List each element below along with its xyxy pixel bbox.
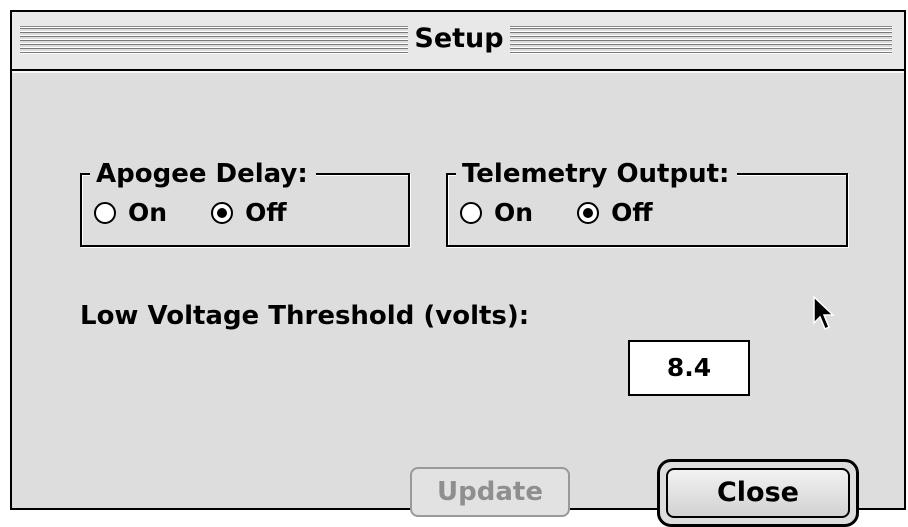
- telemetry-output-off-radio[interactable]: Off: [577, 199, 653, 227]
- arrow-pointer-icon: [813, 296, 835, 331]
- title-bar[interactable]: Setup: [12, 12, 904, 71]
- title-bar-stripes-right: [510, 26, 892, 54]
- apogee-delay-off-radio[interactable]: Off: [211, 199, 287, 227]
- radio-button-selected-icon[interactable]: [577, 202, 600, 224]
- setup-window: Setup Apogee Delay: On Off Telemetry Out…: [10, 10, 906, 527]
- title-bar-stripes-left: [20, 26, 408, 54]
- radio-label: Off: [611, 198, 653, 227]
- radio-label: Off: [245, 198, 287, 227]
- low-voltage-threshold-label: Low Voltage Threshold (volts):: [80, 301, 530, 331]
- apogee-delay-options: On Off: [94, 199, 331, 227]
- telemetry-output-on-radio[interactable]: On: [460, 199, 533, 227]
- radio-button-selected-icon[interactable]: [211, 202, 234, 224]
- dialog-content: Apogee Delay: On Off Telemetry Output: O…: [12, 71, 904, 527]
- apogee-delay-group: Apogee Delay: On Off: [80, 157, 410, 247]
- radio-label: On: [494, 198, 534, 227]
- close-button[interactable]: Close: [666, 468, 850, 518]
- apogee-delay-title: Apogee Delay:: [90, 157, 316, 191]
- radio-button-icon[interactable]: [94, 202, 116, 224]
- close-button-default-ring: Close: [657, 459, 859, 527]
- telemetry-output-title: Telemetry Output:: [456, 157, 738, 191]
- update-button[interactable]: Update: [410, 467, 570, 517]
- telemetry-output-options: On Off: [460, 199, 697, 227]
- apogee-delay-on-radio[interactable]: On: [94, 199, 167, 227]
- radio-button-icon[interactable]: [460, 202, 482, 224]
- radio-label: On: [128, 198, 168, 227]
- telemetry-output-group: Telemetry Output: On Off: [446, 157, 848, 247]
- low-voltage-threshold-input[interactable]: 8.4: [628, 340, 750, 396]
- window-title: Setup: [414, 23, 504, 54]
